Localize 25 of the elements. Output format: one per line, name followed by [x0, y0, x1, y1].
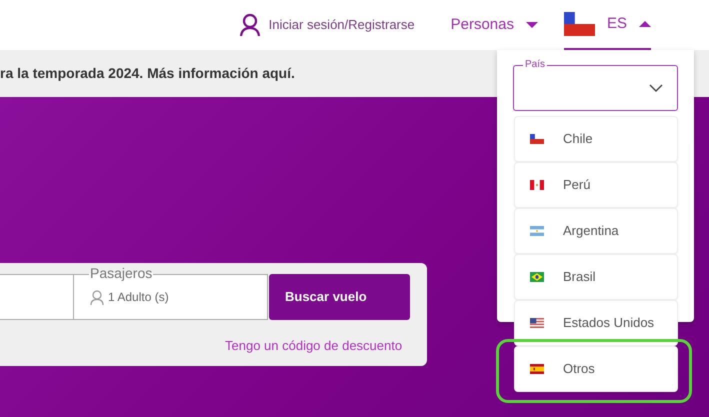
country-option[interactable]: Chile	[514, 116, 678, 162]
flag-icon	[564, 12, 595, 36]
segment-dropdown[interactable]: Personas	[450, 14, 538, 36]
caret-icon	[639, 20, 651, 28]
user-icon	[238, 13, 261, 37]
banner-text: ra la temporada 2024. Más información aquí.	[0, 64, 295, 83]
country-option[interactable]: Perú	[514, 162, 678, 208]
flag-icon	[530, 180, 544, 190]
country-option[interactable]: Brasil	[514, 254, 678, 300]
flag-icon	[530, 272, 544, 282]
search-button[interactable]: Buscar vuelo	[269, 274, 410, 320]
caret-icon	[526, 21, 538, 29]
user-icon	[90, 290, 104, 304]
country-option[interactable]: Argentina	[514, 208, 678, 254]
flag-icon	[530, 318, 544, 328]
country-option[interactable]: Estados Unidos	[514, 300, 678, 346]
flag-icon	[530, 226, 544, 236]
country-option[interactable]: Otros	[514, 346, 678, 392]
discount-link[interactable]: Tengo un código de descuento	[225, 336, 402, 356]
passengers-value: 1 Adulto (s)	[108, 289, 169, 306]
flag-icon	[530, 134, 544, 144]
input-field[interactable]	[0, 274, 74, 320]
chevron-down-icon	[649, 84, 663, 92]
flag-icon	[530, 364, 544, 374]
login-link[interactable]: Iniciar sesión/Registrarse	[268, 15, 415, 35]
